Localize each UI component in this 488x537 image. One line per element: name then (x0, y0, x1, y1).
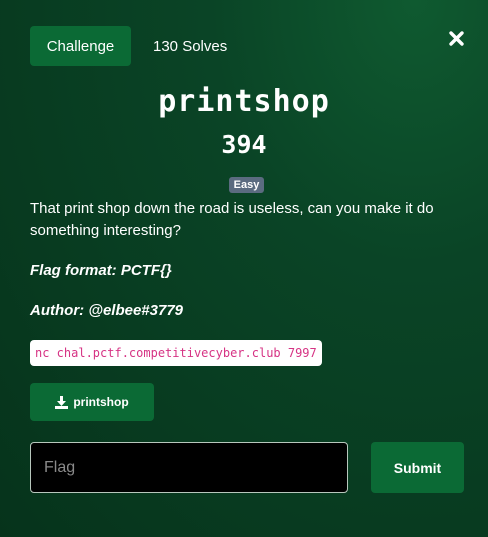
challenge-points: 394 (221, 130, 267, 159)
download-icon (55, 395, 69, 409)
tab-challenge-label: Challenge (46, 37, 115, 55)
author-text: Author: @elbee#3779 (30, 302, 184, 319)
close-icon[interactable] (446, 28, 468, 50)
connection-command: nc chal.pctf.competitivecyber.club 7997 (30, 340, 322, 366)
challenge-description: That print shop down the road is useless… (30, 200, 434, 239)
flag-format-text: Flag format: PCTF{} (30, 262, 172, 279)
challenge-title: printshop (158, 84, 330, 119)
challenge-modal: Challenge 130 Solves printshop 394 Easy … (0, 0, 488, 537)
difficulty-badge: Easy (229, 177, 264, 193)
flag-input[interactable] (30, 442, 348, 493)
download-file-button[interactable]: printshop (30, 383, 154, 421)
tab-challenge[interactable]: Challenge (30, 26, 131, 66)
submit-button[interactable]: Submit (371, 442, 464, 493)
download-file-label: printshop (73, 395, 129, 409)
solves-count[interactable]: 130 Solves (153, 38, 227, 55)
